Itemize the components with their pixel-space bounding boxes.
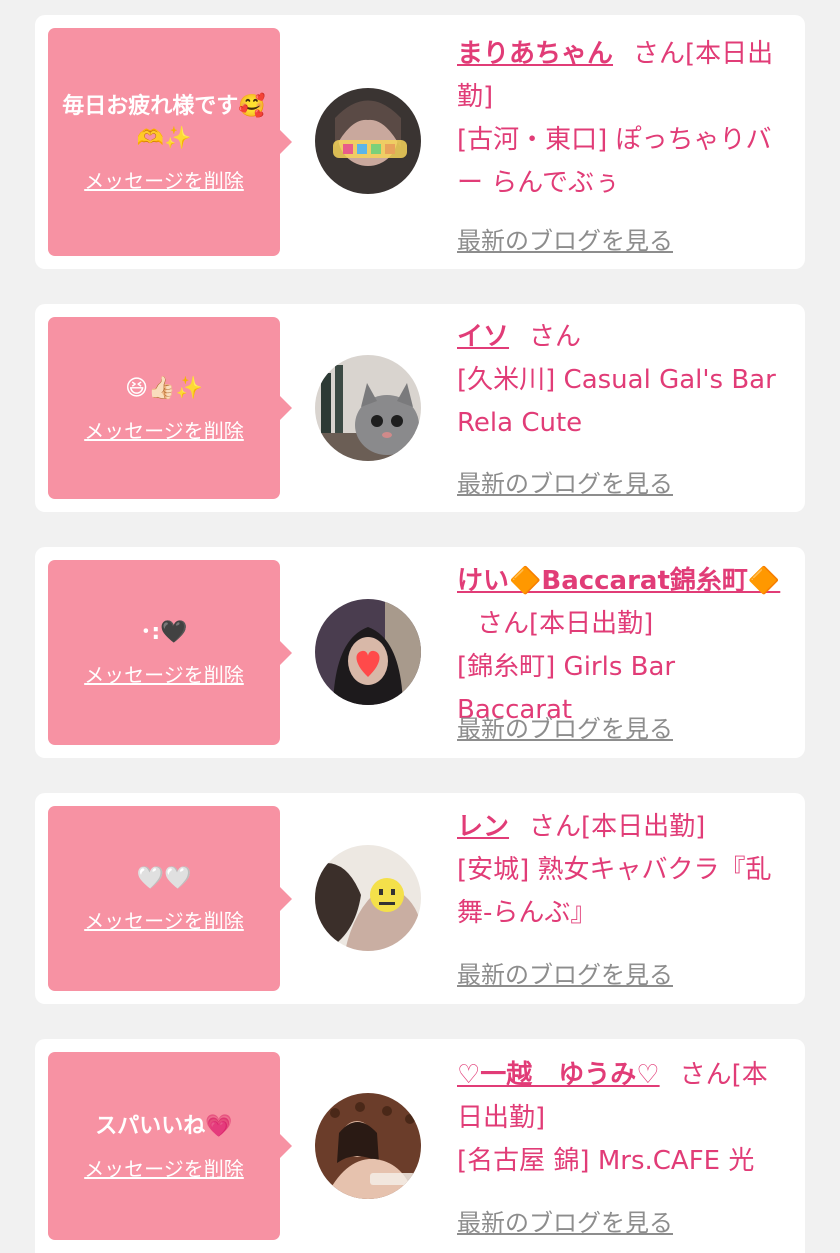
favorites-list: 毎日お疲れ様です🥰🫶✨ メッセージを削除 まりあちゃん さん[本日出勤] [古河・… <box>0 0 840 1253</box>
cast-name-link[interactable]: ♡一越 ゆうみ♡ <box>457 1060 660 1090</box>
message-bubble: ･:🖤 メッセージを削除 <box>48 560 292 745</box>
shop-name: [安城] 熟女キャバクラ『乱舞-らんぶ』 <box>457 855 772 928</box>
avatar-cat-photo-icon <box>315 355 421 461</box>
cast-suffix: さん <box>529 322 582 352</box>
latest-blog-link[interactable]: 最新のブログを見る <box>457 709 673 744</box>
avatar[interactable] <box>315 599 421 705</box>
delete-message-link[interactable]: メッセージを削除 <box>84 165 244 194</box>
latest-blog-link[interactable]: 最新のブログを見る <box>457 1203 673 1238</box>
avatar[interactable] <box>315 355 421 461</box>
avatar-heart-face-photo-icon <box>315 599 421 705</box>
favorite-card: スパいいね💗 メッセージを削除 ♡一越 ゆうみ♡ さん[本日出勤] [名古屋 錦]… <box>35 1039 805 1253</box>
latest-blog-link[interactable]: 最新のブログを見る <box>457 464 673 499</box>
message-text: ･:🖤 <box>140 620 188 645</box>
favorite-card: 😆👍🏻✨ メッセージを削除 イソ さん [久米川] Casual Gal's Ba… <box>35 304 805 512</box>
message-text: 😆👍🏻✨ <box>125 375 203 401</box>
message-bubble: スパいいね💗 メッセージを削除 <box>48 1052 292 1240</box>
avatar[interactable] <box>315 845 421 951</box>
shop-name: [名古屋 錦] Mrs.CAFE 光 <box>457 1146 755 1176</box>
favorite-card: ･:🖤 メッセージを削除 けい🔶Baccarat錦糸町🔶さん[本日出勤] [錦糸… <box>35 547 805 758</box>
cast-info: イソ さん [久米川] Casual Gal's Bar Rela Cute <box>457 316 793 445</box>
shop-name: [古河・東口] ぽっちゃりバー らんでぶぅ <box>457 125 772 198</box>
cast-info: ♡一越 ゆうみ♡ さん[本日出勤] [名古屋 錦] Mrs.CAFE 光 <box>457 1054 793 1183</box>
latest-blog-link[interactable]: 最新のブログを見る <box>457 955 673 990</box>
shop-name: [久米川] Casual Gal's Bar Rela Cute <box>457 365 776 438</box>
cast-name-link[interactable]: レン <box>457 812 509 842</box>
avatar[interactable] <box>315 88 421 194</box>
message-text: スパいいね💗 <box>95 1113 233 1139</box>
cast-name-link[interactable]: イソ <box>457 322 509 352</box>
message-bubble: 😆👍🏻✨ メッセージを削除 <box>48 317 292 499</box>
cast-name-link[interactable]: けい🔶Baccarat錦糸町🔶 <box>457 566 780 596</box>
message-text: 🤍🤍 <box>136 866 192 891</box>
delete-message-link[interactable]: メッセージを削除 <box>84 905 244 934</box>
delete-message-link[interactable]: メッセージを削除 <box>84 659 244 688</box>
cast-info: けい🔶Baccarat錦糸町🔶さん[本日出勤] [錦糸町] Girls Bar … <box>457 560 793 732</box>
latest-blog-link[interactable]: 最新のブログを見る <box>457 221 673 256</box>
message-bubble: 🤍🤍 メッセージを削除 <box>48 806 292 991</box>
cast-suffix: さん[本日出勤] <box>477 609 654 639</box>
favorite-card: 🤍🤍 メッセージを削除 レン さん[本日出勤] [安城] 熟女キャバクラ『乱舞-ら… <box>35 793 805 1004</box>
delete-message-link[interactable]: メッセージを削除 <box>84 415 244 444</box>
cast-info: レン さん[本日出勤] [安城] 熟女キャバクラ『乱舞-らんぶ』 <box>457 806 793 935</box>
delete-message-link[interactable]: メッセージを削除 <box>84 1153 244 1182</box>
cast-suffix: さん[本日出勤] <box>529 812 706 842</box>
avatar-emoji-face-photo-icon <box>315 845 421 951</box>
message-text: 毎日お疲れ様です🥰🫶✨ <box>62 93 266 151</box>
cast-info: まりあちゃん さん[本日出勤] [古河・東口] ぽっちゃりバー らんでぶぅ <box>457 33 793 205</box>
avatar-sofa-photo-icon <box>315 1093 421 1199</box>
favorite-card: 毎日お疲れ様です🥰🫶✨ メッセージを削除 まりあちゃん さん[本日出勤] [古河・… <box>35 15 805 269</box>
message-bubble: 毎日お疲れ様です🥰🫶✨ メッセージを削除 <box>48 28 292 256</box>
avatar-happy-photo-icon <box>315 88 421 194</box>
cast-name-link[interactable]: まりあちゃん <box>457 39 613 69</box>
avatar[interactable] <box>315 1093 421 1199</box>
